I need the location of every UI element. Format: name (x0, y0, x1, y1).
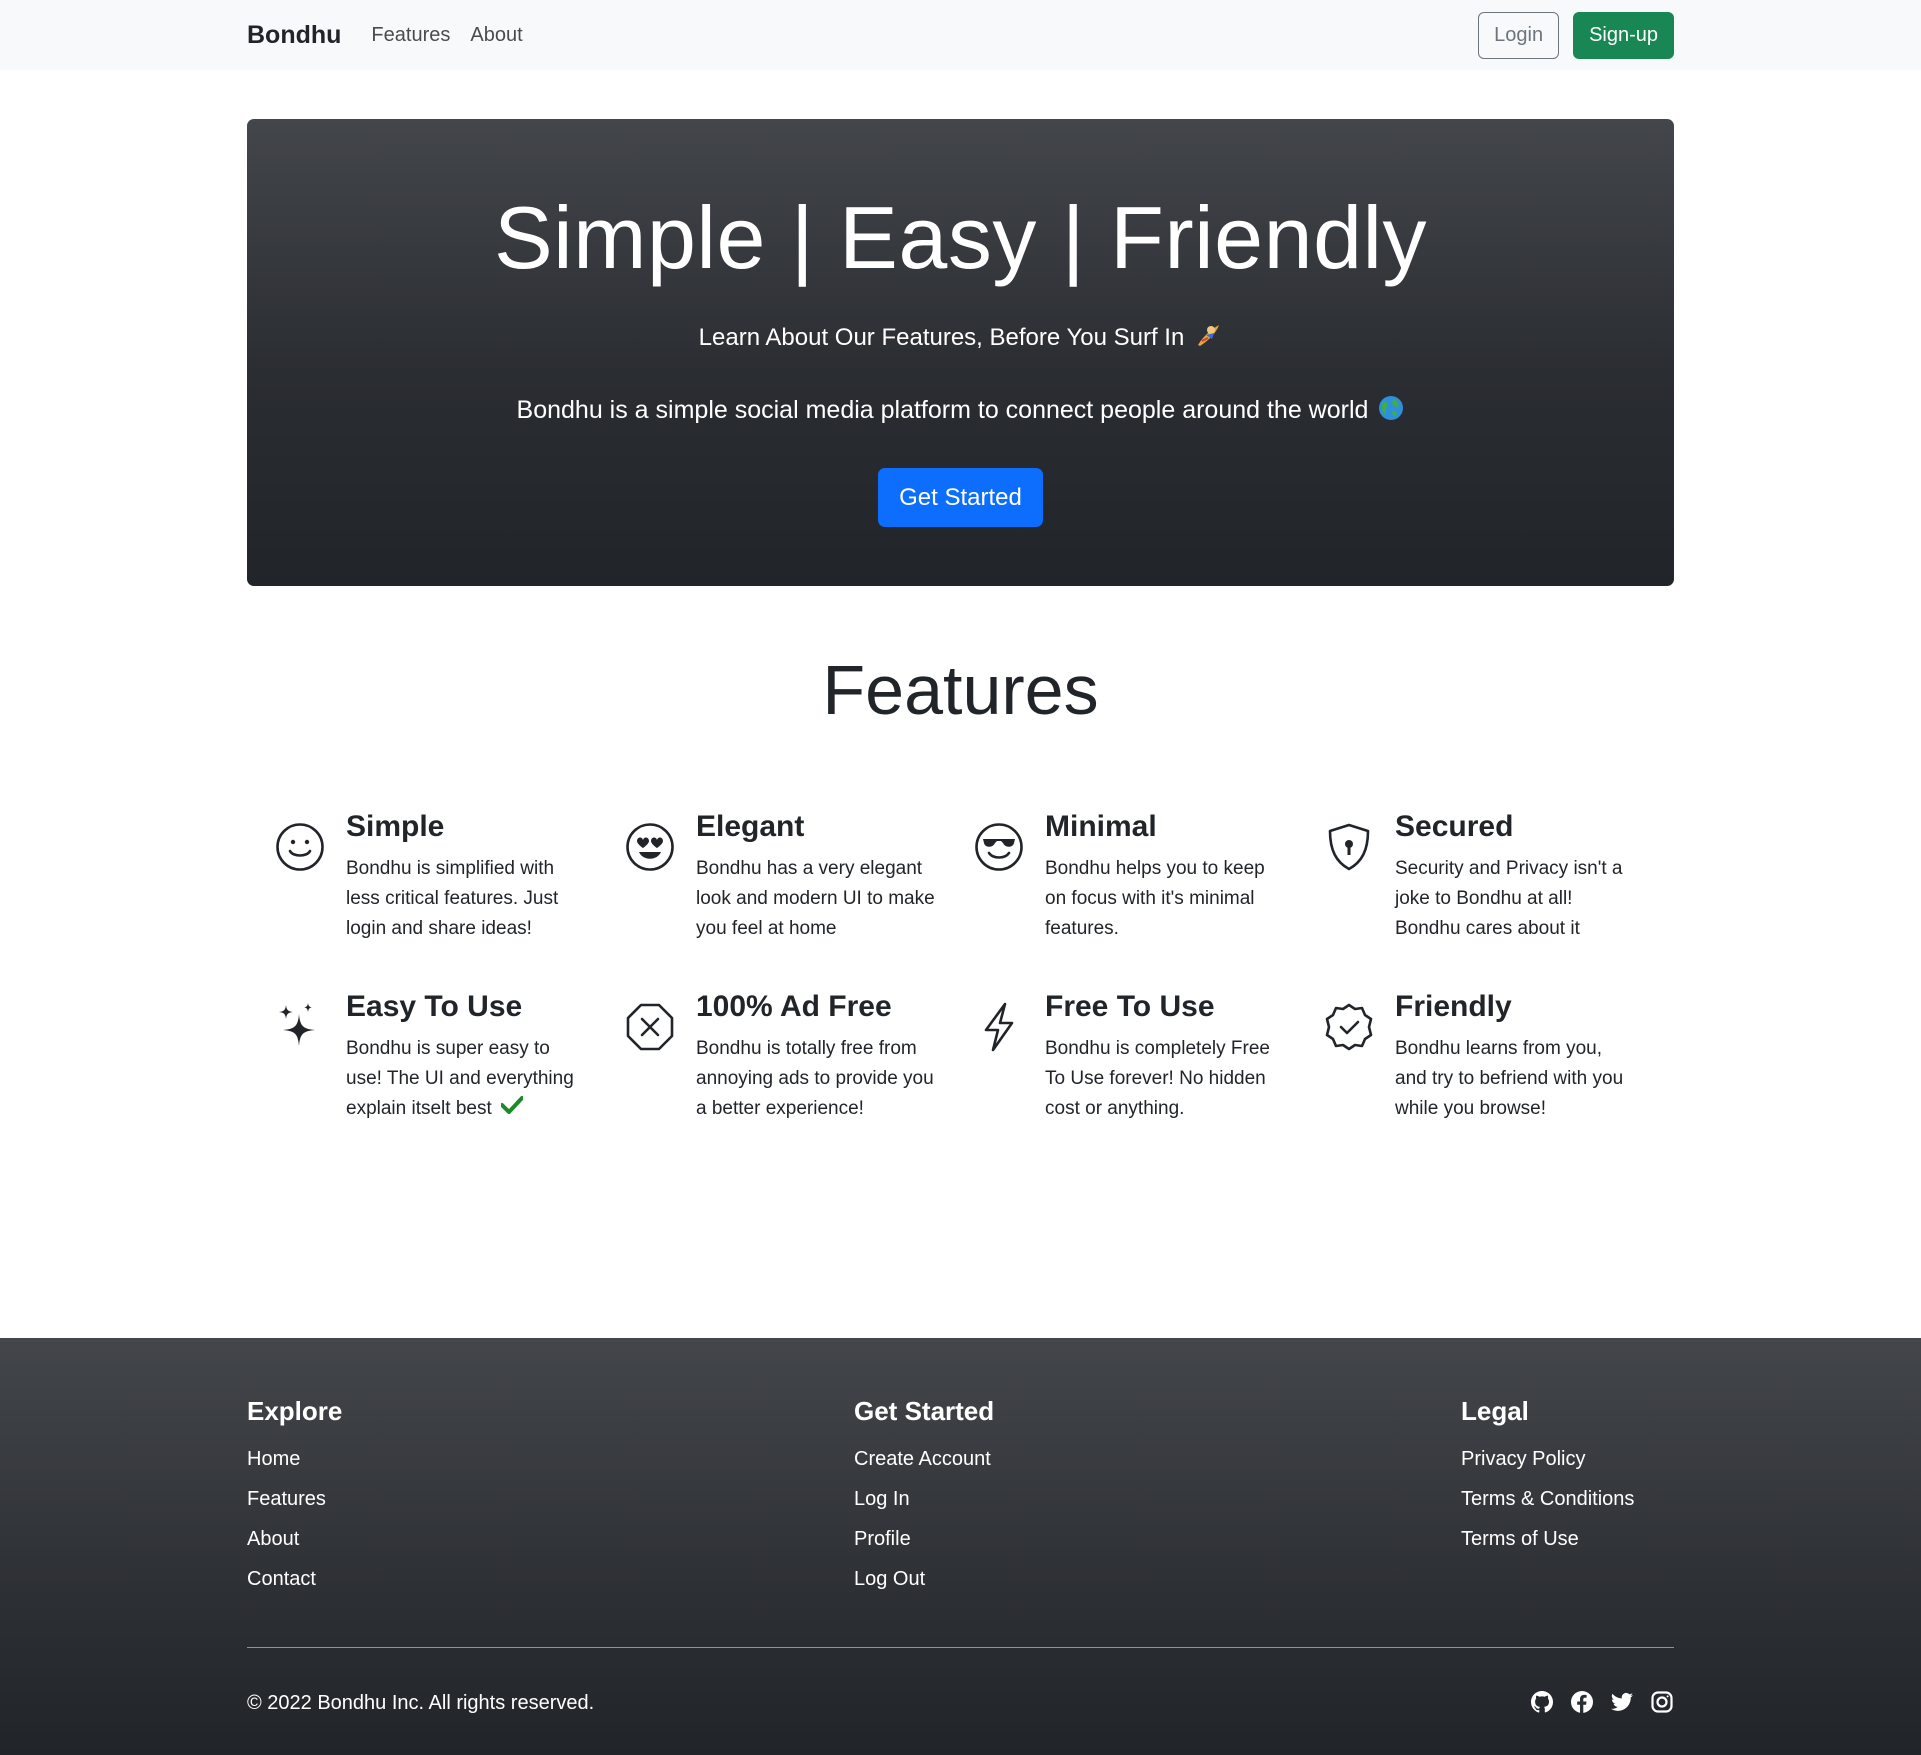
feature-title: Simple (346, 810, 445, 843)
stars-icon (275, 1002, 325, 1052)
hero-description-text: Bondhu is a simple social media platform… (516, 396, 1369, 425)
footer-link-log-out[interactable]: Log Out (854, 1559, 994, 1599)
navbar: Bondhu Features About Login Sign-up (0, 0, 1921, 70)
facebook-icon[interactable] (1570, 1690, 1594, 1714)
patch-check-icon (1324, 1002, 1374, 1052)
hero-title: Simple | Easy | Friendly (493, 188, 1428, 287)
feature-description: Bondhu has a very elegant look and moder… (696, 858, 935, 939)
footer-link-log-in[interactable]: Log In (854, 1479, 994, 1519)
footer-heading: Legal (1461, 1396, 1529, 1426)
heart-eyes-icon (625, 822, 675, 872)
footer-get-started: Get Started Create Account Log In Profil… (854, 1396, 994, 1599)
hero-description: Bondhu is a simple social media platform… (247, 395, 1674, 428)
octagon-x-icon (625, 1002, 675, 1052)
feature-title: Secured (1395, 810, 1514, 843)
footer-legal: Legal Privacy Policy Terms & Conditions … (1461, 1396, 1634, 1559)
footer-link-features[interactable]: Features (247, 1479, 342, 1519)
footer-link-about[interactable]: About (247, 1519, 342, 1559)
footer-link-profile[interactable]: Profile (854, 1519, 994, 1559)
hero-banner: Simple | Easy | Friendly Learn About Our… (247, 119, 1674, 586)
brand-logo[interactable]: Bondhu (247, 21, 341, 50)
smile-icon (275, 822, 325, 872)
lightning-icon (974, 1002, 1024, 1052)
feature-description-text: Bondhu is super easy to use! The UI and … (346, 1038, 574, 1120)
feature-title: 100% Ad Free (696, 990, 892, 1023)
instagram-icon[interactable] (1650, 1690, 1674, 1714)
globe-emoji-icon (1378, 395, 1404, 428)
copyright-text: © 2022 Bondhu Inc. All rights reserved. (247, 1692, 595, 1714)
get-started-button[interactable]: Get Started (878, 468, 1043, 527)
footer-divider (247, 1647, 1674, 1648)
footer-link-terms-conditions[interactable]: Terms & Conditions (1461, 1479, 1634, 1519)
navbar-inner: Bondhu Features About Login Sign-up (247, 0, 1674, 70)
footer-link-privacy-policy[interactable]: Privacy Policy (1461, 1439, 1634, 1479)
shield-lock-icon (1324, 822, 1374, 872)
footer-link-contact[interactable]: Contact (247, 1559, 342, 1599)
feature-title: Elegant (696, 810, 805, 843)
signup-button[interactable]: Sign-up (1573, 11, 1674, 59)
feature-title: Minimal (1045, 810, 1157, 843)
features-heading: Features (822, 651, 1099, 729)
footer-link-home[interactable]: Home (247, 1439, 342, 1479)
sunglasses-icon (974, 822, 1024, 872)
feature-description: Bondhu is completely Free To Use forever… (1045, 1038, 1270, 1119)
surfer-emoji-icon (1194, 321, 1222, 356)
feature-description: Bondhu helps you to keep on focus with i… (1045, 858, 1265, 939)
footer-heading: Get Started (854, 1396, 995, 1426)
nav-link-about[interactable]: About (470, 24, 522, 47)
nav-actions: Login Sign-up (1478, 11, 1674, 59)
feature-description: Security and Privacy isn't a joke to Bon… (1395, 858, 1623, 939)
hero-subtitle: Learn About Our Features, Before You Sur… (247, 321, 1674, 356)
check-mark-icon (500, 1094, 525, 1124)
footer-explore: Explore Home Features About Contact (247, 1396, 342, 1599)
twitter-icon[interactable] (1610, 1690, 1634, 1714)
footer-link-terms-of-use[interactable]: Terms of Use (1461, 1519, 1634, 1559)
footer-link-create-account[interactable]: Create Account (854, 1439, 994, 1479)
feature-title: Easy To Use (346, 990, 523, 1023)
login-button[interactable]: Login (1478, 11, 1560, 59)
feature-description: Bondhu is simplified with less critical … (346, 858, 559, 939)
nav-link-features[interactable]: Features (371, 24, 450, 47)
feature-description: Bondhu learns from you, and try to befri… (1395, 1038, 1624, 1119)
feature-title: Free To Use (1045, 990, 1215, 1023)
feature-description: Bondhu is totally free from annoying ads… (696, 1038, 934, 1119)
feature-description: Bondhu is super easy to use! The UI and … (346, 1034, 586, 1124)
footer-heading: Explore (247, 1396, 343, 1426)
social-links (1530, 1690, 1674, 1714)
hero-subtitle-text: Learn About Our Features, Before You Sur… (698, 323, 1185, 351)
footer: Explore Home Features About Contact Get … (0, 1338, 1921, 1755)
github-icon[interactable] (1530, 1690, 1554, 1714)
feature-title: Friendly (1395, 990, 1512, 1023)
